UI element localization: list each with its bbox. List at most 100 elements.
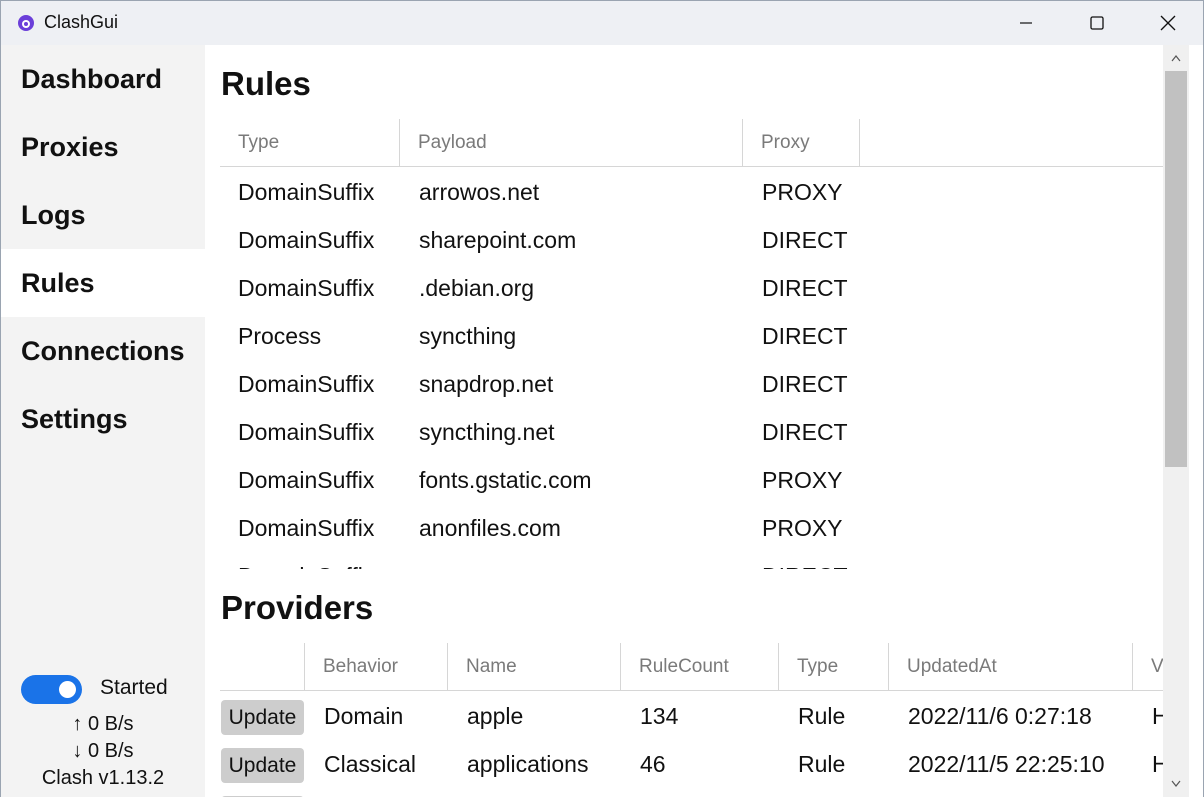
rule-payload: .debian.org — [419, 274, 535, 301]
provider-rulecount: 46 — [640, 750, 666, 777]
providers-table: Behavior Name RuleCount Type UpdatedAt V… — [220, 643, 1163, 797]
rule-payload: syncthing — [419, 322, 517, 349]
table-row — [220, 788, 1163, 797]
update-button[interactable]: Update — [221, 748, 304, 783]
rules-header-row: Type Payload Proxy — [220, 119, 1163, 167]
scroll-thumb[interactable] — [1165, 71, 1187, 467]
column-header-vehicle[interactable]: Vehi — [1133, 643, 1163, 691]
providers-title: Providers — [221, 589, 374, 626]
nav-item-logs[interactable]: Logs — [1, 181, 205, 249]
table-row[interactable]: DomainSuffix snapdrop.net DIRECT — [220, 360, 1163, 408]
column-header-type[interactable]: Type — [779, 643, 889, 691]
provider-type: Rule — [798, 750, 846, 777]
providers-header-row: Behavior Name RuleCount Type UpdatedAt V… — [220, 643, 1163, 691]
table-row[interactable]: DomainSuffix .debian.org DIRECT — [220, 264, 1163, 312]
maximize-button[interactable] — [1062, 1, 1132, 45]
provider-updated-at: 2022/11/5 22:25:10 — [908, 750, 1105, 777]
table-row[interactable]: DomainSuffix sharepoint.com DIRECT — [220, 216, 1163, 264]
toggle-label: Started — [100, 676, 168, 699]
window-title: ClashGui — [44, 12, 119, 32]
rule-type: DomainSuffix — [220, 552, 374, 570]
rule-type: DomainSuffix — [238, 418, 375, 445]
table-row: Update Domain apple 134 Rule 2022/11/6 0… — [220, 692, 1163, 740]
provider-name: applications — [467, 750, 589, 777]
provider-updated-at: 2022/11/6 0:27:18 — [908, 702, 1092, 729]
rule-type: DomainSuffix — [238, 466, 375, 493]
rule-proxy: DIRECT — [762, 418, 848, 445]
minimize-icon — [1020, 22, 1032, 24]
column-header-payload[interactable]: Payload — [400, 119, 743, 167]
column-header-proxy[interactable]: Proxy — [743, 119, 860, 167]
rule-payload: fonts.gstatic.com — [419, 466, 592, 493]
column-header-action[interactable] — [220, 643, 305, 691]
column-header-updatedat[interactable]: UpdatedAt — [889, 643, 1133, 691]
upload-speed: ↑ 0 B/s — [72, 713, 134, 735]
rule-proxy: PROXY — [762, 178, 843, 205]
rule-proxy: PROXY — [762, 514, 843, 541]
rules-table: Type Payload Proxy DomainSuffix arrowos.… — [220, 119, 1163, 569]
rule-payload: arrowos.net — [419, 178, 540, 205]
provider-vehicle: HTT — [1152, 750, 1163, 777]
provider-name: apple — [467, 702, 524, 729]
scroll-up-button[interactable] — [1163, 45, 1189, 71]
rules-title: Rules — [221, 65, 311, 102]
column-header-type[interactable]: Type — [220, 119, 400, 167]
column-header-behavior[interactable]: Behavior — [305, 643, 448, 691]
nav-item-rules[interactable]: Rules — [1, 249, 205, 317]
table-row: Update Classical applications 46 Rule 20… — [220, 740, 1163, 788]
nav-item-dashboard[interactable]: Dashboard — [1, 45, 205, 113]
provider-vehicle: HTT — [1152, 702, 1163, 729]
rule-proxy: PROXY — [762, 466, 843, 493]
rule-proxy: DIRECT — [762, 370, 848, 397]
rule-type: DomainSuffix — [238, 370, 375, 397]
close-button[interactable] — [1133, 1, 1203, 45]
clash-version: Clash v1.13.2 — [41, 767, 165, 789]
update-button[interactable]: Update — [221, 700, 304, 735]
table-row[interactable]: DomainSuffix syncthing.net DIRECT — [220, 408, 1163, 456]
scroll-down-button[interactable] — [1163, 771, 1189, 797]
close-icon — [1160, 15, 1176, 31]
app-window: ClashGui Dashboard Proxies Logs Rules Co… — [0, 0, 1204, 797]
table-row[interactable]: DomainSuffix arrowos.net PROXY — [220, 168, 1163, 216]
table-row[interactable]: DomainSuffix DIRECT — [220, 552, 1163, 570]
rule-proxy: DIRECT — [762, 274, 848, 301]
column-header-rulecount[interactable]: RuleCount — [621, 643, 779, 691]
window-edge — [1189, 45, 1203, 797]
caret-up-icon — [1171, 55, 1181, 62]
rule-type: DomainSuffix — [238, 514, 375, 541]
rule-payload: sharepoint.com — [419, 226, 577, 253]
nav-item-settings[interactable]: Settings — [1, 385, 205, 453]
rule-payload: anonfiles.com — [419, 514, 561, 541]
table-row[interactable]: Process syncthing DIRECT — [220, 312, 1163, 360]
clash-logo-icon — [18, 15, 34, 31]
title-bar[interactable]: ClashGui — [1, 1, 1203, 45]
rule-payload: snapdrop.net — [419, 370, 554, 397]
rule-payload: syncthing.net — [419, 418, 555, 445]
rule-type: Process — [238, 322, 322, 349]
rule-type: DomainSuffix — [238, 226, 375, 253]
rule-proxy: DIRECT — [762, 322, 848, 349]
provider-type: Rule — [798, 702, 846, 729]
column-header-name[interactable]: Name — [448, 643, 621, 691]
rule-payload — [401, 552, 419, 569]
rule-proxy: DIRECT — [762, 226, 848, 253]
provider-rulecount: 134 — [640, 702, 679, 729]
rule-proxy: DIRECT — [744, 552, 848, 570]
provider-behavior: Domain — [324, 702, 404, 729]
vertical-scrollbar[interactable] — [1163, 45, 1189, 797]
table-row[interactable]: DomainSuffix anonfiles.com PROXY — [220, 504, 1163, 552]
rule-type: DomainSuffix — [238, 178, 375, 205]
table-row[interactable]: DomainSuffix fonts.gstatic.com PROXY — [220, 456, 1163, 504]
nav-item-proxies[interactable]: Proxies — [1, 113, 205, 181]
caret-down-icon — [1171, 780, 1181, 787]
main-content: Rules Type Payload Proxy DomainSuffix ar… — [205, 45, 1163, 797]
maximize-icon — [1090, 16, 1104, 30]
start-toggle[interactable] — [21, 675, 82, 704]
minimize-button[interactable] — [991, 1, 1061, 45]
nav-item-connections[interactable]: Connections — [1, 317, 205, 385]
toggle-knob — [59, 681, 76, 698]
rule-type: DomainSuffix — [238, 274, 375, 301]
status-panel: Started ↑ 0 B/s ↓ 0 B/s Clash v1.13.2 — [1, 667, 205, 797]
download-speed: ↓ 0 B/s — [72, 740, 134, 762]
provider-behavior: Classical — [324, 750, 417, 777]
